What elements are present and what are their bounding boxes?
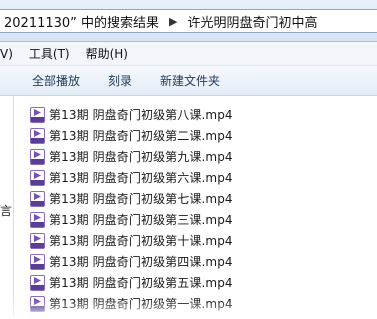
file-row[interactable]: 第13期 阴盘奇门初级第三课.mp4 [30, 209, 377, 230]
file-name: 第13期 阴盘奇门初级第十课.mp4 [49, 234, 233, 248]
file-name: 第13期 阴盘奇门初级第九课.mp4 [49, 150, 233, 164]
menu-tools[interactable]: 工具(T) [21, 45, 78, 62]
file-row[interactable]: 第13期 阴盘奇门初级第六课.mp4 [30, 167, 377, 188]
file-list: 第13期 阴盘奇门初级第八课.mp4 第13期 阴盘奇门初级第二课.mp4 第13期… [30, 104, 377, 314]
file-row[interactable]: 第13期 阴盘奇门初级第八课.mp4 [30, 104, 377, 125]
file-name: 第13期 阴盘奇门初级第五课.mp4 [49, 276, 233, 290]
mp4-file-icon [30, 274, 45, 291]
new-folder-button[interactable]: 新建文件夹 [146, 72, 234, 89]
burn-button[interactable]: 刻录 [94, 72, 146, 89]
menu-help[interactable]: 帮助(H) [78, 45, 136, 62]
address-bar: 20211130” 中的搜索结果 ▶ 许光明阴盘奇门初中高 [0, 0, 377, 42]
file-row[interactable]: 第13期 阴盘奇门初级第七课.mp4 [30, 188, 377, 209]
breadcrumb-folder[interactable]: 许光明阴盘奇门初中高 [184, 12, 322, 31]
file-name: 第13期 阴盘奇门初级第七课.mp4 [49, 192, 233, 206]
file-row[interactable]: 第13期 阴盘奇门初级第二课.mp4 [30, 125, 377, 146]
file-name: 第13期 阴盘奇门初级第四课.mp4 [49, 255, 233, 269]
mp4-file-icon [30, 127, 45, 144]
file-row[interactable]: 第13期 阴盘奇门初级第四课.mp4 [30, 251, 377, 272]
breadcrumb-search-results[interactable]: 20211130” 中的搜索结果 [0, 12, 163, 31]
menu-view[interactable]: V) [0, 47, 21, 61]
file-name: 第13期 阴盘奇门初级第三课.mp4 [49, 213, 233, 227]
bottom-fade [0, 300, 377, 319]
nav-pane-label[interactable]: 言 [0, 202, 12, 219]
mp4-file-icon [30, 211, 45, 228]
command-bar: 全部播放 刻录 新建文件夹 [0, 66, 377, 96]
breadcrumb[interactable]: 20211130” 中的搜索结果 ▶ 许光明阴盘奇门初中高 [0, 9, 377, 33]
file-name: 第13期 阴盘奇门初级第六课.mp4 [49, 171, 233, 185]
play-all-button[interactable]: 全部播放 [0, 72, 94, 89]
mp4-file-icon [30, 232, 45, 249]
file-name: 第13期 阴盘奇门初级第八课.mp4 [49, 108, 233, 122]
file-row[interactable]: 第13期 阴盘奇门初级第九课.mp4 [30, 146, 377, 167]
file-row[interactable]: 第13期 阴盘奇门初级第十课.mp4 [30, 230, 377, 251]
file-row[interactable]: 第13期 阴盘奇门初级第五课.mp4 [30, 272, 377, 293]
mp4-file-icon [30, 106, 45, 123]
mp4-file-icon [30, 148, 45, 165]
mp4-file-icon [30, 253, 45, 270]
mp4-file-icon [30, 169, 45, 186]
chevron-right-icon[interactable]: ▶ [163, 15, 183, 28]
file-name: 第13期 阴盘奇门初级第二课.mp4 [49, 129, 233, 143]
menu-bar: V) 工具(T) 帮助(H) [0, 42, 377, 66]
mp4-file-icon [30, 190, 45, 207]
